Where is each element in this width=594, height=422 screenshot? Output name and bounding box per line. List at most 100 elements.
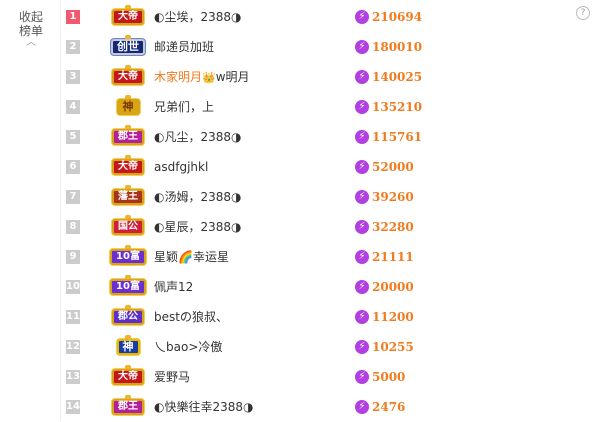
- lightning-gem-icon: ⚡: [355, 70, 369, 84]
- contribution-score: 52000: [372, 160, 414, 174]
- user-name-text: 佩声12: [154, 280, 194, 294]
- user-name[interactable]: bestの狼叔、: [154, 309, 228, 325]
- contribution-score: 135210: [372, 100, 423, 114]
- rank-number: 5: [66, 130, 80, 144]
- leaderboard-row[interactable]: 11 郡公 bestの狼叔、 ⚡ 11200: [60, 302, 580, 332]
- rank-number: 13: [66, 370, 80, 384]
- crown-icon: [125, 245, 131, 249]
- leaderboard-row[interactable]: 3 大帝 木家明月👑w明月 ⚡ 140025: [60, 62, 580, 92]
- user-name-text: 木家明月: [154, 70, 203, 84]
- collapse-leaderboard-button[interactable]: 收起 榜单 ︿: [18, 10, 44, 48]
- contribution-score: 5000: [372, 370, 406, 384]
- rank-badge: 郡王: [106, 395, 150, 417]
- contribution-score: 21111: [372, 250, 414, 264]
- badge-label: 郡王: [112, 129, 144, 145]
- crown-icon: 👑: [202, 71, 216, 84]
- user-name-text: 兄弟们，上: [154, 100, 215, 114]
- badge-label: 郡王: [112, 399, 144, 415]
- badge-label: 大帝: [112, 369, 144, 385]
- contribution-score: 10255: [372, 340, 414, 354]
- user-name-text: ◐汤姆，2388◑: [154, 190, 242, 204]
- crown-icon: [125, 305, 131, 309]
- rank-number: 2: [66, 40, 80, 54]
- leaderboard-row[interactable]: 8 国公 ◐星辰，2388◑ ⚡ 32280: [60, 212, 580, 242]
- lightning-gem-icon: ⚡: [355, 400, 369, 414]
- user-name-text: bestの狼叔、: [154, 310, 228, 324]
- leaderboard-row[interactable]: 6 大帝 asdfgjhkl ⚡ 52000: [60, 152, 580, 182]
- leaderboard-row[interactable]: 10 10富 佩声12 ⚡ 20000: [60, 272, 580, 302]
- leaderboard-row[interactable]: 4 神兄弟们，上 ⚡ 135210: [60, 92, 580, 122]
- lightning-gem-icon: ⚡: [355, 160, 369, 174]
- user-name[interactable]: 邮递员加班: [154, 39, 214, 55]
- rank-number: 7: [66, 190, 80, 204]
- crown-icon: [125, 335, 131, 339]
- user-name-text: 邮递员加班: [154, 40, 215, 54]
- badge-label: 神: [116, 339, 140, 355]
- lightning-gem-icon: ⚡: [355, 40, 369, 54]
- leaderboard-row[interactable]: 14 郡王 ◐快樂往幸2388◑ ⚡ 2476: [60, 392, 580, 422]
- user-name-text: 爱野马: [154, 370, 191, 384]
- leaderboard-row[interactable]: 13 大帝 爱野马 ⚡ 5000: [60, 362, 580, 392]
- user-name-text: ◐凡尘，2388◑: [154, 130, 242, 144]
- rank-badge: 神: [106, 335, 150, 357]
- rank-badge: 大帝: [106, 365, 150, 387]
- leaderboard-row[interactable]: 12 神乀bao>冷傲 ⚡ 10255: [60, 332, 580, 362]
- collapse-label: 收起 榜单: [18, 10, 43, 38]
- rank-number: 4: [66, 100, 80, 114]
- user-name[interactable]: ◐汤姆，2388◑: [154, 189, 241, 205]
- user-name[interactable]: 爱野马: [154, 369, 190, 385]
- leaderboard-row[interactable]: 7 藩王 ◐汤姆，2388◑ ⚡ 39260: [60, 182, 580, 212]
- user-name[interactable]: ◐星辰，2388◑: [154, 219, 241, 235]
- user-name[interactable]: 佩声12: [154, 279, 193, 295]
- leaderboard-list: 1 大帝 ◐尘埃，2388◑ ⚡ 210694 2 创世 邮递员加班 ⚡ 180010 3 大帝 木家明…: [60, 2, 580, 422]
- chevron-up-icon: ︿: [26, 37, 36, 48]
- rank-number: 6: [66, 160, 80, 174]
- contribution-score: 39260: [372, 190, 414, 204]
- user-name[interactable]: 乀bao>冷傲: [154, 339, 222, 355]
- user-name-text: 星颖🌈幸运星: [154, 250, 229, 264]
- user-name[interactable]: 木家明月👑w明月: [154, 69, 250, 86]
- rank-badge: 郡王: [106, 125, 150, 147]
- user-name-text: ◐星辰，2388◑: [154, 220, 242, 234]
- leaderboard-row[interactable]: 5 郡王 ◐凡尘，2388◑ ⚡ 115761: [60, 122, 580, 152]
- lightning-gem-icon: ⚡: [355, 370, 369, 384]
- rank-number: 12: [66, 340, 80, 354]
- leaderboard-row[interactable]: 1 大帝 ◐尘埃，2388◑ ⚡ 210694: [60, 2, 580, 32]
- lightning-gem-icon: ⚡: [355, 190, 369, 204]
- user-name-text: ◐尘埃，2388◑: [154, 10, 242, 24]
- badge-label: 国公: [112, 219, 144, 235]
- lightning-gem-icon: ⚡: [355, 130, 369, 144]
- rank-badge: 大帝: [106, 155, 150, 177]
- rank-badge: 10富: [106, 245, 150, 267]
- user-name-suffix: w明月: [215, 70, 250, 84]
- user-name[interactable]: ◐尘埃，2388◑: [154, 9, 241, 25]
- badge-label: 大帝: [112, 9, 144, 25]
- crown-icon: [125, 155, 131, 159]
- contribution-score: 11200: [372, 310, 414, 324]
- badge-label: 创世: [111, 39, 145, 55]
- user-name[interactable]: asdfgjhkl: [154, 159, 208, 175]
- user-name[interactable]: ◐凡尘，2388◑: [154, 129, 241, 145]
- user-name[interactable]: 星颖🌈幸运星: [154, 249, 229, 265]
- user-name[interactable]: ◐快樂往幸2388◑: [154, 399, 253, 415]
- leaderboard-row[interactable]: 2 创世 邮递员加班 ⚡ 180010: [60, 32, 580, 62]
- rank-badge: 创世: [106, 35, 150, 57]
- leaderboard-row[interactable]: 9 10富 星颖🌈幸运星 ⚡ 21111: [60, 242, 580, 272]
- rank-number: 1: [66, 10, 80, 24]
- crown-icon: [125, 5, 131, 9]
- crown-icon: [125, 185, 131, 189]
- contribution-score: 180010: [372, 40, 423, 54]
- crown-icon: [125, 125, 131, 129]
- contribution-score: 115761: [372, 130, 423, 144]
- contribution-score: 32280: [372, 220, 414, 234]
- rank-number: 11: [66, 310, 80, 324]
- rank-badge: 大帝: [106, 65, 150, 87]
- rank-number: 9: [66, 250, 80, 264]
- rank-badge: 神: [106, 95, 150, 117]
- contribution-score: 2476: [372, 400, 406, 414]
- user-name[interactable]: 兄弟们，上: [154, 99, 214, 115]
- rank-number: 8: [66, 220, 80, 234]
- crown-icon: [125, 275, 131, 279]
- leaderboard-sidebar: 收起 榜单 ︿: [0, 0, 61, 421]
- crown-icon: [125, 365, 131, 369]
